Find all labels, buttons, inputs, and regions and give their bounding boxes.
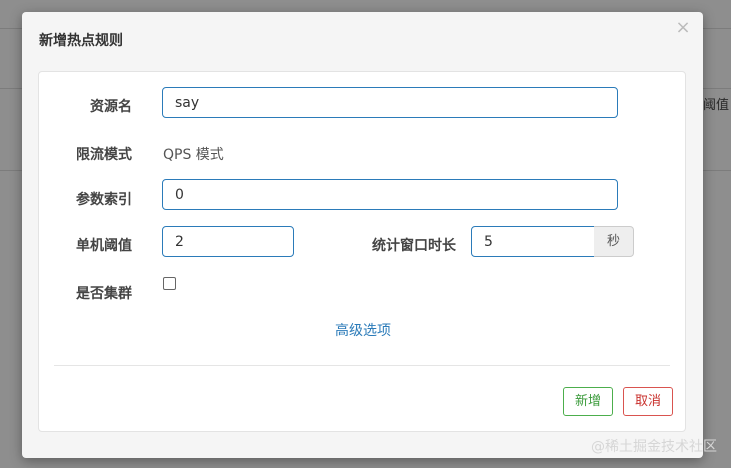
resource-name-label: 资源名 [90, 99, 132, 115]
window-duration-label: 统计窗口时长 [372, 238, 456, 254]
add-button[interactable]: 新增 [563, 387, 613, 416]
resource-name-input[interactable] [162, 87, 618, 118]
param-index-label: 参数索引 [76, 192, 132, 208]
footer-divider [54, 365, 670, 366]
threshold-label: 单机阈值 [76, 238, 132, 254]
cancel-button[interactable]: 取消 [623, 387, 673, 416]
cluster-mode-label: 是否集群 [76, 286, 132, 302]
add-hotspot-rule-dialog: 新增热点规则 × 资源名 限流模式 QPS 模式 参数索引 单机阈值 统计窗口时… [22, 12, 703, 458]
form-panel: 资源名 限流模式 QPS 模式 参数索引 单机阈值 统计窗口时长 秒 是否集群 … [38, 71, 686, 432]
threshold-input[interactable] [162, 226, 294, 257]
cluster-mode-checkbox[interactable] [163, 277, 176, 290]
site-watermark: @稀土掘金技术社区 [591, 439, 717, 455]
window-unit-addon: 秒 [594, 226, 634, 257]
advanced-options-link[interactable]: 高级选项 [39, 320, 687, 340]
dialog-title: 新增热点规则 [39, 33, 123, 49]
flow-mode-label: 限流模式 [76, 147, 132, 163]
background-column-header: 阈值 [703, 98, 730, 113]
close-icon[interactable]: × [675, 18, 691, 38]
window-duration-input[interactable] [471, 226, 595, 257]
flow-mode-value: QPS 模式 [163, 147, 224, 163]
param-index-input[interactable] [162, 179, 618, 210]
